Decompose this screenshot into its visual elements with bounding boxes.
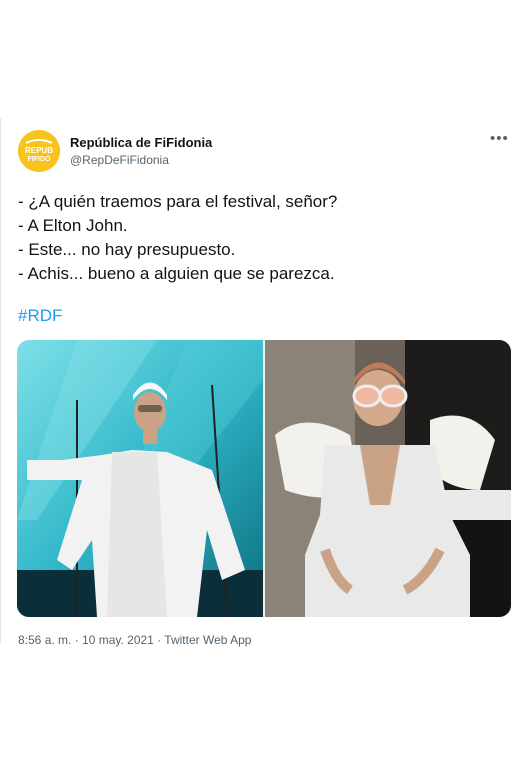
media-grid — [17, 340, 511, 617]
tweet-line: - Achis... bueno a alguien que se parezc… — [18, 264, 335, 283]
svg-text:REPUB: REPUB — [25, 146, 53, 155]
photo-left[interactable] — [17, 340, 263, 617]
svg-text:FIFIDO: FIFIDO — [28, 156, 51, 163]
rdf-logo-icon: REPUB FIFIDO — [18, 130, 60, 172]
tweet-timestamp[interactable]: 8:56 a. m. · 10 may. 2021 · Twitter Web … — [18, 633, 251, 647]
photo-right[interactable] — [265, 340, 511, 617]
user-handle[interactable]: @RepDeFiFidonia — [70, 153, 169, 167]
tweet-line: - A Elton John. — [18, 216, 128, 235]
hashtag-link[interactable]: #RDF — [18, 306, 62, 326]
elton-john-white-suit-photo — [265, 340, 511, 617]
display-name[interactable]: República de FiFidonia — [70, 135, 212, 150]
performer-white-outfit-photo — [17, 340, 263, 617]
avatar[interactable]: REPUB FIFIDO — [18, 130, 60, 172]
tweet-line: - ¿A quién traemos para el festival, señ… — [18, 192, 338, 211]
tweet-text: - ¿A quién traemos para el festival, señ… — [18, 190, 498, 286]
more-options-icon[interactable]: ••• — [490, 131, 514, 147]
tweet-line: - Este... no hay presupuesto. — [18, 240, 236, 259]
